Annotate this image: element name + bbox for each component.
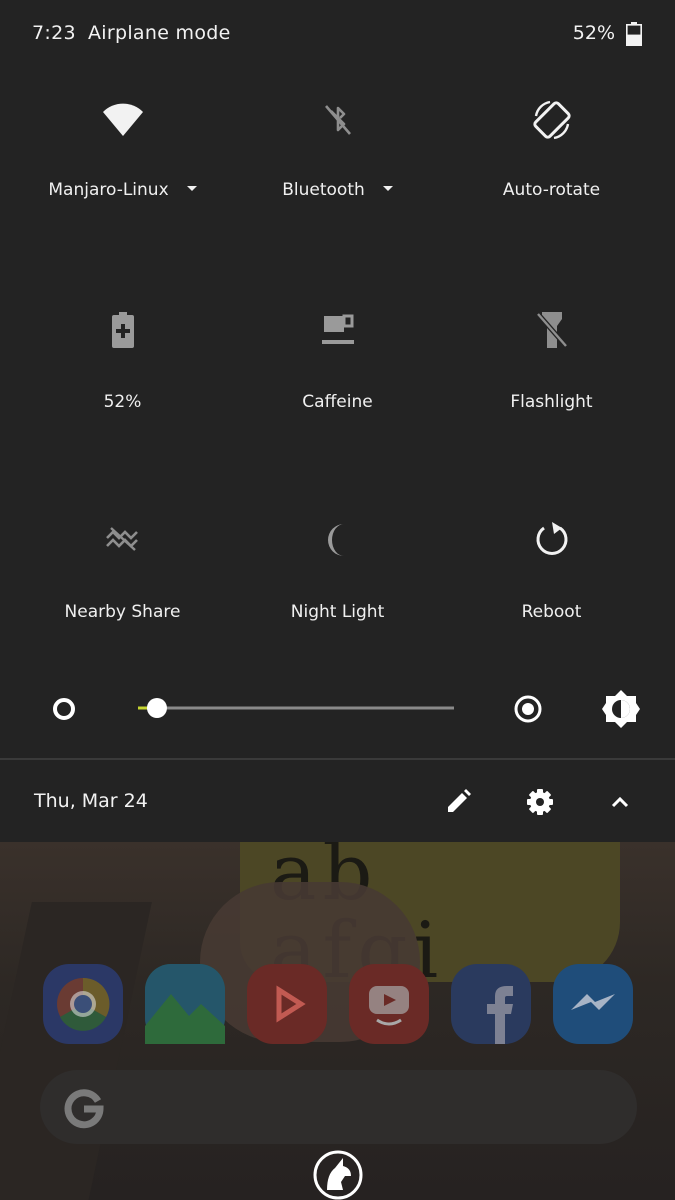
dropdown-caret-icon[interactable] [186,186,197,191]
battery-saver-icon [111,312,134,348]
tile-label: Reboot [521,602,582,622]
reboot-icon [536,522,567,555]
tile-label: Caffeine [302,392,373,412]
youtube-kids-app-icon[interactable] [349,964,429,1044]
tile-flashlight[interactable]: Flashlight [444,308,659,518]
tile-label: Flashlight [510,392,593,412]
quick-settings-panel: 7:23 Airplane mode 52% Manjaro-Linux Blu… [0,0,675,758]
home-screen: abafgi [0,842,675,1200]
moon-icon [327,524,344,556]
tile-label: Nearby Share [64,602,181,622]
unicorn-logo-icon[interactable] [313,1150,363,1200]
pencil-icon[interactable] [438,782,478,822]
tile-label: Auto-rotate [502,180,601,200]
status-airplane-mode: Airplane mode [88,22,231,44]
tile-label: Bluetooth [282,180,365,200]
wifi-icon [102,103,143,136]
flashlight-off-icon [535,312,568,348]
tile-battery-saver[interactable]: 52% [15,308,230,518]
auto-rotate-icon [532,100,571,140]
chrome-app-icon[interactable] [43,964,123,1044]
google-g-icon [64,1089,104,1129]
nearby-share-icon [105,527,138,551]
gallery-app-icon[interactable] [145,964,225,1044]
brightness-row [0,680,675,740]
brightness-settings-icon[interactable] [600,688,642,730]
gear-icon[interactable] [520,782,560,822]
auto-brightness-icon[interactable] [512,693,544,725]
tile-wifi[interactable]: Manjaro-Linux [15,98,230,308]
status-time: 7:23 [32,22,76,44]
quick-settings-footer: Thu, Mar 24 [0,760,675,842]
tile-label: Night Light [290,602,385,622]
tile-caffeine[interactable]: Caffeine [230,308,445,518]
status-battery-percent: 52% [572,22,615,44]
wallpaper-detail [0,902,152,1200]
dropdown-caret-icon[interactable] [382,186,393,191]
date-label: Thu, Mar 24 [34,790,148,812]
brightness-slider[interactable] [132,692,462,724]
google-search-bar[interactable] [40,1070,637,1144]
tile-label: 52% [103,392,142,412]
tile-label: Manjaro-Linux [48,180,169,200]
status-bar: 7:23 Airplane mode 52% [0,0,675,70]
coffee-cup-icon [321,314,354,344]
bluetooth-off-icon [324,105,351,135]
facebook-app-icon[interactable] [451,964,531,1044]
youtube-music-app-icon[interactable] [247,964,327,1044]
tile-bluetooth[interactable]: Bluetooth [230,98,445,308]
tile-auto-rotate[interactable]: Auto-rotate [444,98,659,308]
battery-icon [626,22,642,46]
chevron-up-icon[interactable] [600,782,640,822]
messenger-app-icon[interactable] [553,964,633,1044]
brightness-low-icon [53,698,75,720]
